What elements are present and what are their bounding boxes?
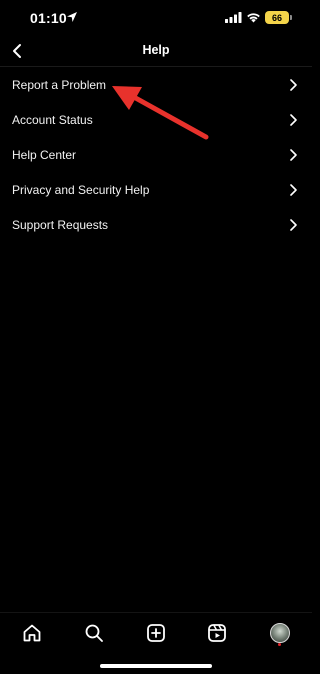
page-title: Help — [142, 43, 170, 57]
nav-reels-button[interactable] — [205, 621, 229, 645]
chevron-right-icon — [290, 78, 297, 91]
menu-item-label: Report a Problem — [12, 77, 107, 92]
battery-cap — [290, 15, 292, 20]
search-icon — [85, 624, 103, 642]
back-button[interactable] — [6, 38, 28, 64]
header: Help — [0, 36, 312, 66]
home-indicator — [100, 664, 212, 668]
status-bar: 01:10 66 — [0, 0, 312, 36]
annotation-arrow — [112, 86, 209, 140]
nav-search-button[interactable] — [82, 621, 106, 645]
cellular-signal-icon — [225, 12, 242, 23]
menu-item-label: Privacy and Security Help — [12, 182, 150, 197]
create-post-icon — [147, 624, 165, 642]
menu-item-support-requests[interactable]: Support Requests — [0, 207, 312, 242]
chevron-right-icon — [290, 183, 297, 196]
menu-item-label: Help Center — [12, 147, 77, 162]
menu-item-label: Support Requests — [12, 217, 109, 232]
battery-icon: 66 — [265, 11, 289, 24]
location-arrow-icon — [67, 12, 77, 22]
chevron-right-icon — [290, 218, 297, 231]
chevron-left-icon — [13, 44, 21, 58]
nav-profile-button[interactable] — [268, 621, 292, 645]
status-time: 01:10 — [30, 10, 67, 26]
reels-icon — [208, 624, 226, 642]
bottom-nav — [0, 612, 312, 652]
wifi-icon — [247, 13, 260, 23]
menu-item-label: Account Status — [12, 112, 93, 127]
chevron-right-icon — [290, 148, 297, 161]
help-screen: 01:10 66 Help Report a Problem Account S… — [0, 0, 312, 674]
notification-dot — [278, 643, 281, 646]
home-icon — [23, 624, 41, 642]
menu-item-privacy-and-security-help[interactable]: Privacy and Security Help — [0, 172, 312, 207]
battery-level: 66 — [271, 12, 282, 23]
profile-avatar — [270, 623, 290, 643]
nav-home-button[interactable] — [20, 621, 44, 645]
chevron-right-icon — [290, 113, 297, 126]
nav-create-button[interactable] — [144, 621, 168, 645]
